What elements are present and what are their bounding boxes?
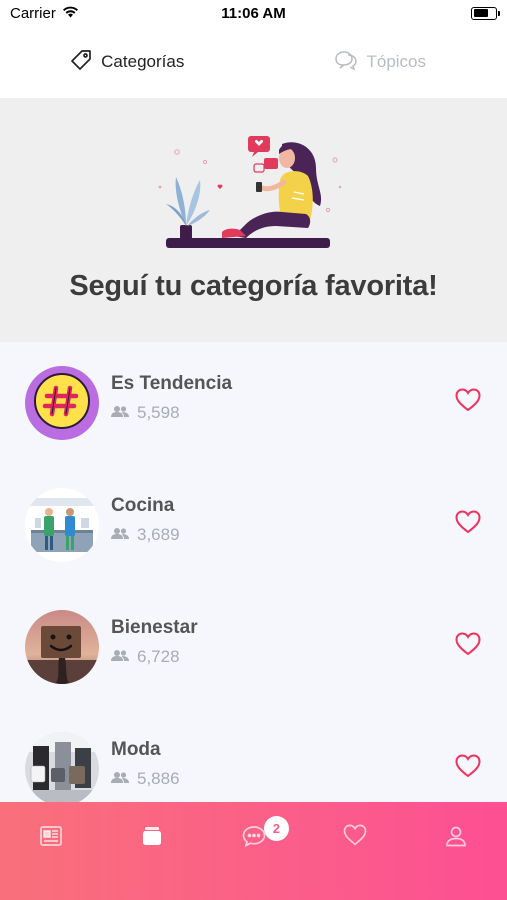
tab-categorias[interactable]: Categorías: [0, 26, 254, 98]
category-name: Bienestar: [111, 617, 198, 638]
tab-topicos[interactable]: Tópicos: [254, 26, 507, 98]
hero-title: Seguí tu categoría favorita!: [69, 270, 438, 302]
categories-icon: [140, 824, 164, 900]
bottom-tab-bar: 2: [0, 802, 507, 900]
kitchen-avatar: [25, 488, 99, 562]
tab-topicos-label: Tópicos: [366, 52, 427, 71]
hashtag-avatar: [25, 366, 99, 440]
list-item[interactable]: Moda 5,886: [0, 708, 507, 802]
messages-badge: 2: [263, 816, 289, 841]
followers-value: 6,728: [137, 647, 180, 666]
news-icon: [39, 824, 63, 900]
messages-icon: [241, 824, 267, 900]
carrier-label: Carrier: [10, 4, 56, 22]
nav-news[interactable]: [0, 802, 101, 900]
list-item[interactable]: Es Tendencia 5,598: [0, 342, 507, 464]
hero-banner: Seguí tu categoría favorita!: [0, 98, 507, 342]
favorites-icon: [343, 824, 367, 900]
list-item[interactable]: Cocina 3,689: [0, 464, 507, 586]
segment-tabs: Categorías Tópicos: [0, 26, 507, 98]
nav-profile[interactable]: [406, 802, 507, 900]
status-time: 11:06 AM: [221, 4, 286, 22]
category-name: Moda: [111, 739, 161, 760]
category-name: Cocina: [111, 495, 175, 516]
nav-categories[interactable]: [101, 802, 202, 900]
wifi-icon: [62, 5, 79, 22]
users-icon: [111, 769, 129, 789]
girl-with-phone-illustration: [158, 136, 342, 248]
nav-favorites[interactable]: [304, 802, 405, 900]
followers-count: 5,886: [111, 769, 180, 789]
users-icon: [111, 403, 129, 423]
fashion-avatar: [25, 732, 99, 802]
nav-messages[interactable]: 2: [203, 802, 304, 900]
followers-count: 5,598: [111, 403, 180, 423]
favorite-heart-icon[interactable]: [455, 510, 481, 539]
users-icon: [111, 525, 129, 545]
favorite-heart-icon[interactable]: [455, 388, 481, 417]
favorite-heart-icon[interactable]: [455, 754, 481, 783]
followers-count: 3,689: [111, 525, 180, 545]
users-icon: [111, 647, 129, 667]
battery-icon: [471, 6, 500, 20]
list-item[interactable]: Bienestar 6,728: [0, 586, 507, 708]
category-name: Es Tendencia: [111, 373, 233, 394]
smiley-sign-avatar: [25, 610, 99, 684]
status-bar: Carrier 11:06 AM: [0, 0, 507, 26]
followers-value: 5,598: [137, 403, 180, 422]
profile-icon: [444, 824, 468, 900]
tag-icon: [69, 48, 93, 77]
followers-count: 6,728: [111, 647, 180, 667]
favorite-heart-icon[interactable]: [455, 632, 481, 661]
followers-value: 5,886: [137, 769, 180, 788]
chat-bubbles-icon: [334, 49, 358, 76]
followers-value: 3,689: [137, 525, 180, 544]
tab-categorias-label: Categorías: [101, 52, 185, 71]
category-list: Es Tendencia 5,598 Cocina 3,689 Bienesta…: [0, 342, 507, 802]
